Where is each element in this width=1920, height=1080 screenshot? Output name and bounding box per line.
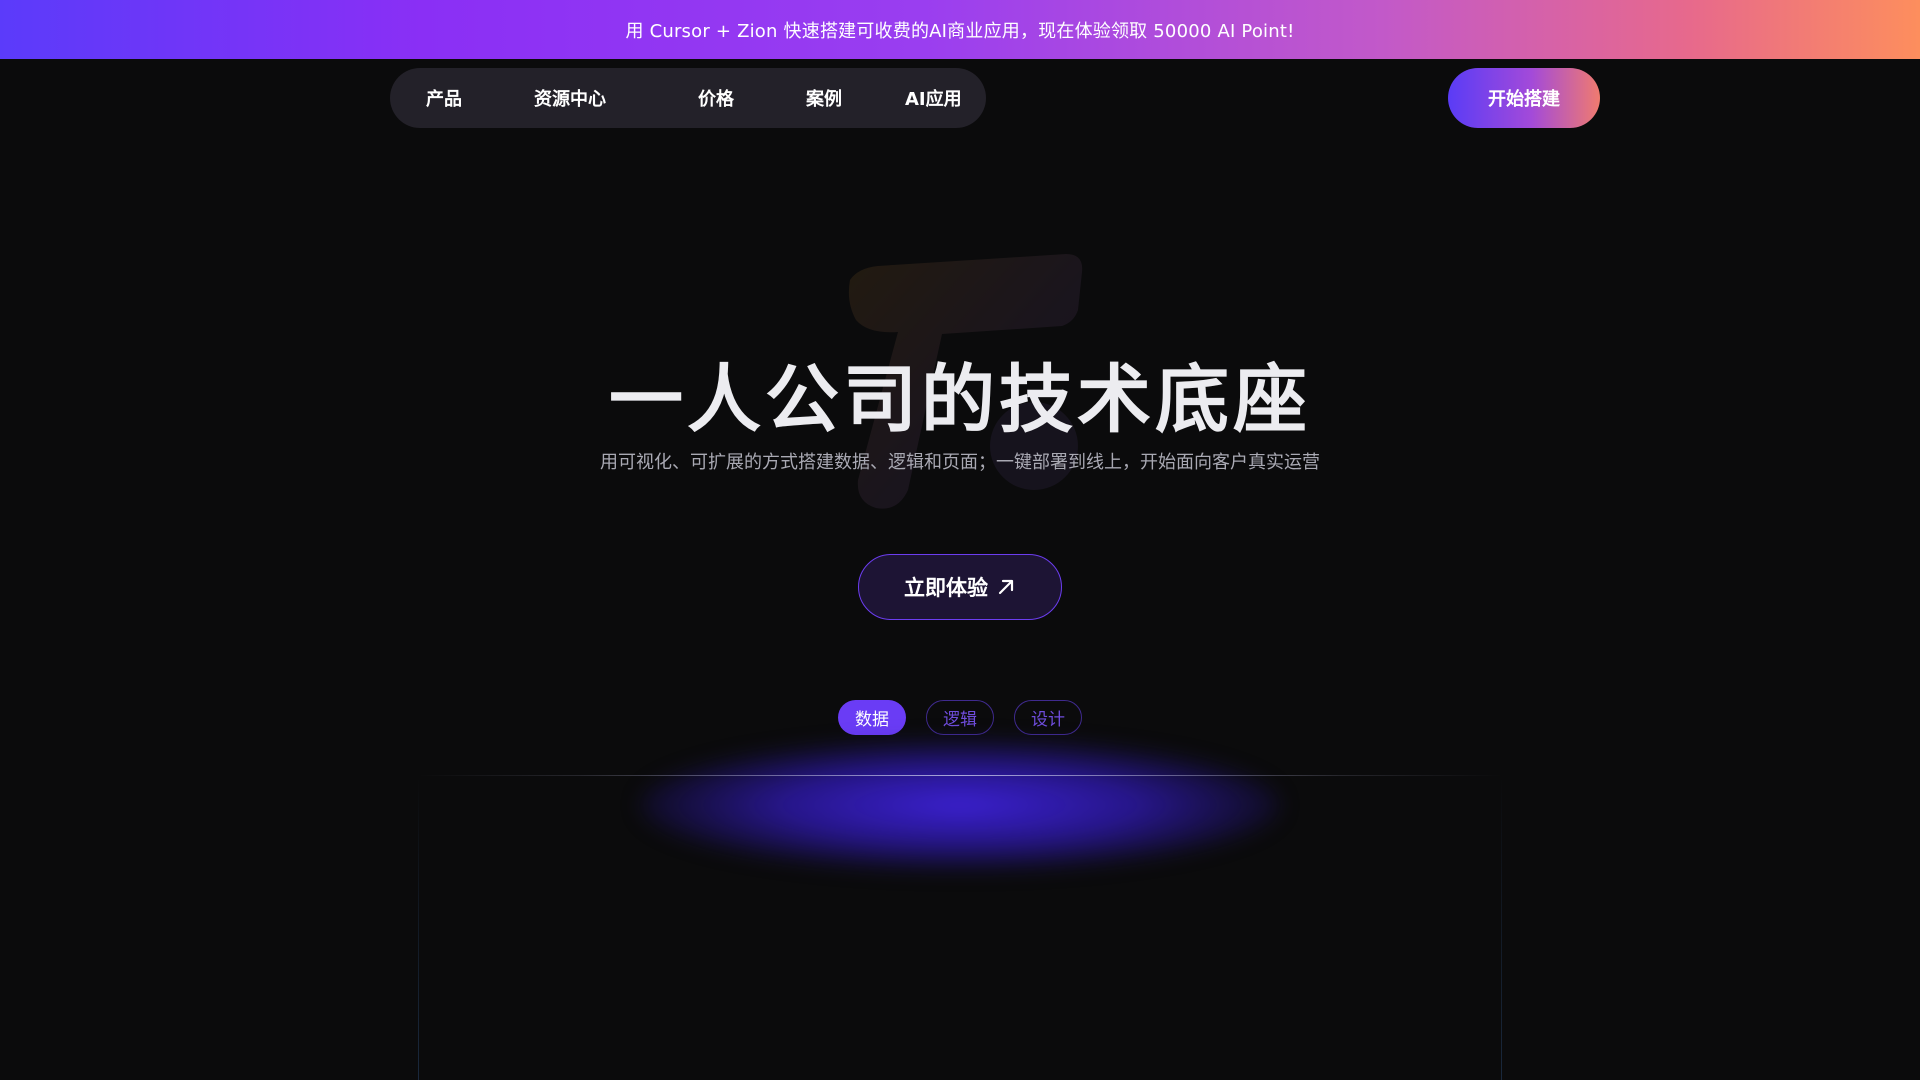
start-building-button[interactable]: 开始搭建 [1448,68,1600,128]
arrow-up-right-icon [998,579,1014,595]
main-nav: 产品 资源中心 价格 案例 AI应用 [390,68,986,128]
promo-banner[interactable]: 用 Cursor + Zion 快速搭建可收费的AI商业应用，现在体验领取 50… [0,0,1920,59]
nav-item-pricing[interactable]: 价格 [698,68,734,128]
try-now-button[interactable]: 立即体验 [858,554,1062,620]
nav-item-resources[interactable]: 资源中心 [534,68,606,128]
nav-item-cases[interactable]: 案例 [806,68,842,128]
nav-item-ai-apps[interactable]: AI应用 [905,68,962,128]
tab-data[interactable]: 数据 [838,700,906,735]
nav-item-product[interactable]: 产品 [426,68,462,128]
tab-logic[interactable]: 逻辑 [926,700,994,735]
preview-panel-top-border [418,775,1502,776]
hero-title: 一人公司的技术底座 [609,357,1311,443]
tab-design[interactable]: 设计 [1014,700,1082,735]
preview-panel-right-border [1501,776,1502,1080]
preview-glow [640,740,1280,870]
try-now-label: 立即体验 [904,576,988,600]
preview-panel-left-border [418,776,419,1080]
promo-text[interactable]: 用 Cursor + Zion 快速搭建可收费的AI商业应用，现在体验领取 50… [625,17,1294,43]
hero-subtitle: 用可视化、可扩展的方式搭建数据、逻辑和页面；一键部署到线上，开始面向客户真实运营 [600,452,1320,473]
